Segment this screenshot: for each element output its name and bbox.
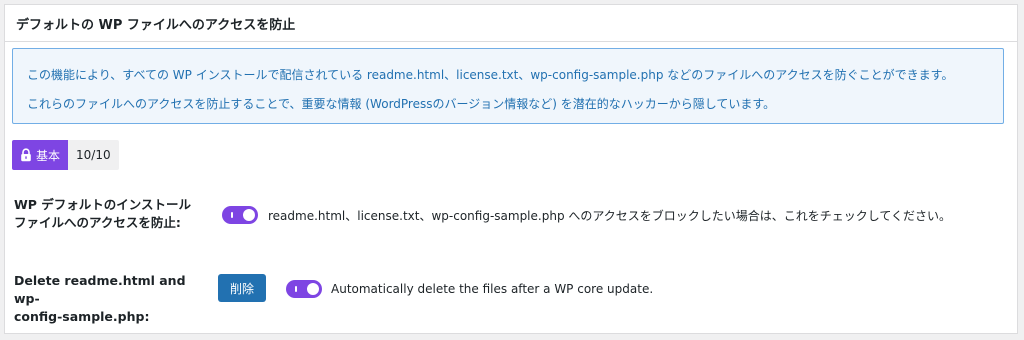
block-access-label: WP デフォルトのインストール ファイルへのアクセスを防止: xyxy=(14,196,204,232)
toggle-knob xyxy=(307,283,319,295)
panel-title: デフォルトの WP ファイルへのアクセスを防止 xyxy=(5,5,1017,42)
notice-line-1: この機能により、すべての WP インストールで配信されている readme.ht… xyxy=(27,68,954,82)
block-access-label-line-2: ファイルへのアクセスを防止: xyxy=(14,215,181,230)
info-notice: この機能により、すべての WP インストールで配信されている readme.ht… xyxy=(12,48,1004,124)
score-value: 10/10 xyxy=(68,140,119,170)
block-access-label-line-1: WP デフォルトのインストール xyxy=(14,197,192,212)
notice-line-2: これらのファイルへのアクセスを防止することで、重要な情報 (WordPressの… xyxy=(27,97,776,111)
toggle-knob xyxy=(243,209,255,221)
level-badge: 基本 xyxy=(12,140,69,170)
delete-button[interactable]: 削除 xyxy=(218,274,266,302)
block-access-description: readme.html、license.txt、wp-config-sample… xyxy=(268,209,952,223)
delete-files-label-line-2: config-sample.php: xyxy=(14,309,150,324)
delete-files-label-line-1: Delete readme.html and wp- xyxy=(14,273,186,306)
delete-files-label: Delete readme.html and wp- config-sample… xyxy=(14,272,204,326)
level-label: 基本 xyxy=(36,148,61,163)
toggle-on-mark xyxy=(231,212,233,218)
lock-icon xyxy=(20,148,32,162)
security-level-badge: 基本 10/10 xyxy=(12,140,119,170)
toggle-on-mark xyxy=(295,286,297,292)
auto-delete-toggle[interactable] xyxy=(286,280,322,298)
block-access-toggle[interactable] xyxy=(222,206,258,224)
auto-delete-description: Automatically delete the files after a W… xyxy=(331,282,654,296)
